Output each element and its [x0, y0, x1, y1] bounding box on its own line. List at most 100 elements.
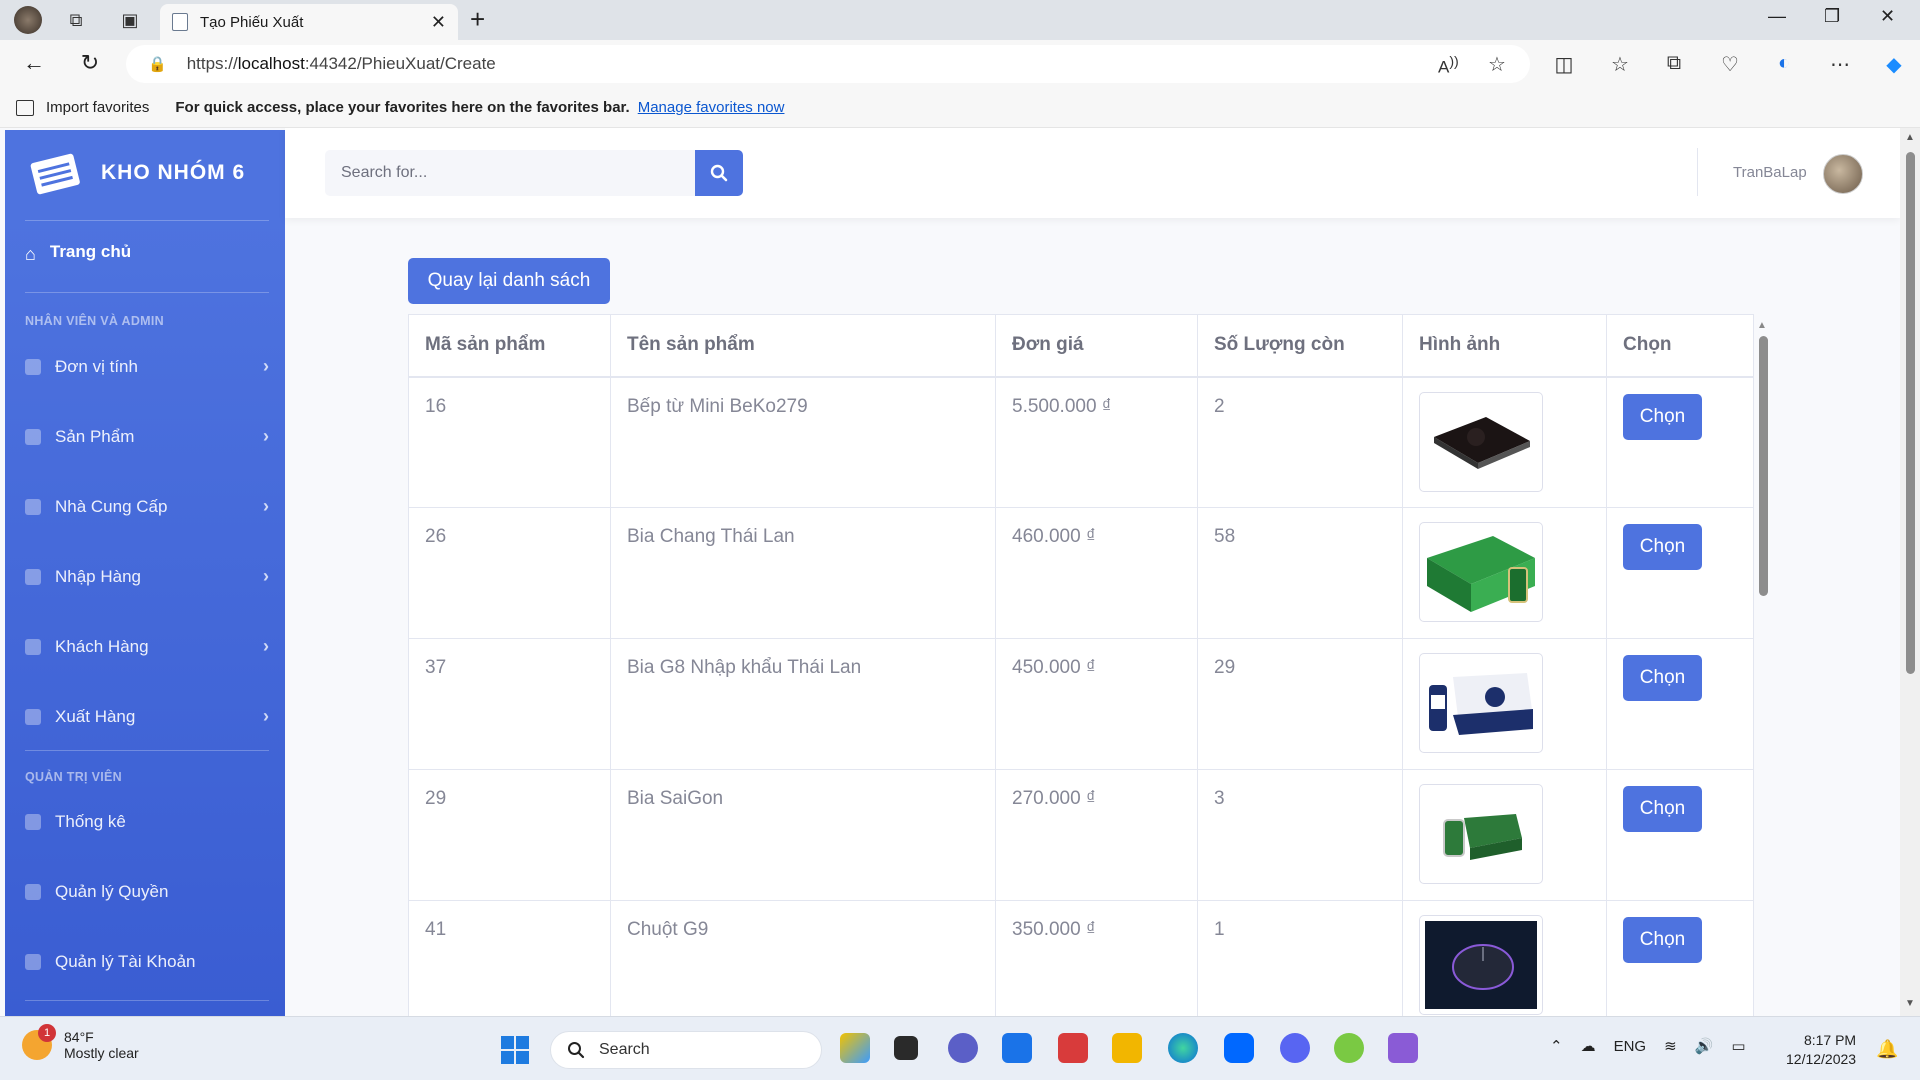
- search-button[interactable]: [695, 150, 743, 196]
- column-header: Mã sản phẩm: [408, 314, 611, 378]
- select-button[interactable]: Chọn: [1623, 524, 1702, 570]
- cell-price: 5.500.000 ₫: [995, 376, 1198, 508]
- office-app-icon[interactable]: [1058, 1033, 1088, 1063]
- page-scroll-thumb[interactable]: [1906, 152, 1915, 674]
- battery-icon[interactable]: ▭: [1731, 1037, 1745, 1055]
- lock-icon: 🔒: [148, 56, 167, 73]
- avatar[interactable]: [1823, 154, 1863, 194]
- sidebar-item-label: Quản lý Tài Khoản: [55, 952, 196, 971]
- new-tab-icon[interactable]: +: [470, 4, 485, 35]
- sidebar-item-permissions[interactable]: Quản lý Quyền: [25, 882, 269, 902]
- sidebar-item-customers[interactable]: Khách Hàng ›: [25, 636, 269, 657]
- gavel-icon: [25, 884, 41, 900]
- onedrive-icon[interactable]: ☁: [1581, 1037, 1596, 1055]
- sidebar-item-statistics[interactable]: Thống kê: [25, 812, 269, 832]
- copilot-app-icon[interactable]: [840, 1033, 870, 1063]
- browser-essentials-icon[interactable]: ♡: [1716, 52, 1744, 77]
- sidebar-item-label: Quản lý Quyền: [55, 882, 169, 901]
- url-input[interactable]: 🔒 https://localhost:44342/PhieuXuat/Crea…: [126, 45, 1530, 83]
- sidebar-item-accounts[interactable]: Quản lý Tài Khoản: [25, 952, 269, 972]
- select-button[interactable]: Chọn: [1623, 393, 1702, 440]
- notification-bell-icon[interactable]: 🔔: [1876, 1039, 1898, 1060]
- chevron-right-icon: ›: [263, 706, 269, 726]
- tab-actions-icon[interactable]: ▣: [118, 8, 142, 32]
- more-options-icon[interactable]: ⋯: [1826, 52, 1854, 77]
- column-header: Số Lượng còn: [1197, 314, 1403, 378]
- discord-icon[interactable]: [1280, 1033, 1310, 1063]
- favorites-icon[interactable]: ☆: [1606, 52, 1634, 77]
- cell-qty: 2: [1197, 376, 1403, 508]
- column-header: Tên sản phẩm: [610, 314, 996, 378]
- table-row: 16 Bếp từ Mini BeKo279 5.500.000 ₫ 2 Chọ…: [408, 376, 1754, 508]
- favorite-star-icon[interactable]: ☆: [1488, 52, 1506, 77]
- zalo-icon[interactable]: [1224, 1033, 1254, 1063]
- page-scrollbar[interactable]: ▲ ▼: [1900, 128, 1920, 1016]
- user-icon: [25, 954, 41, 970]
- sidebar-item-unit[interactable]: Đơn vị tính ›: [25, 356, 269, 377]
- task-view-icon[interactable]: [894, 1036, 918, 1060]
- edge-extension-icon[interactable]: ◐: [1770, 52, 1798, 75]
- minimize-icon[interactable]: —: [1768, 6, 1786, 27]
- wifi-icon[interactable]: ≋: [1664, 1037, 1677, 1055]
- cell-image: [1402, 769, 1607, 901]
- mail-icon[interactable]: [1002, 1033, 1032, 1063]
- teams-chat-icon[interactable]: [948, 1033, 978, 1063]
- file-explorer-icon[interactable]: [1112, 1033, 1142, 1063]
- search-input[interactable]: Search for...: [325, 150, 695, 196]
- manage-favorites-link[interactable]: Manage favorites now: [638, 99, 785, 116]
- boxes-icon: [25, 428, 41, 445]
- sidebar-item-suppliers[interactable]: Nhà Cung Cấp ›: [25, 496, 269, 517]
- volume-icon[interactable]: 🔊: [1695, 1037, 1714, 1055]
- username[interactable]: TranBaLap: [1733, 164, 1807, 181]
- table-scrollbar[interactable]: ▲: [1756, 320, 1770, 1012]
- product-image: [1419, 391, 1543, 492]
- restore-icon[interactable]: ❐: [1824, 6, 1840, 27]
- windows-start-icon[interactable]: [500, 1035, 530, 1065]
- window-close-icon[interactable]: ✕: [1880, 6, 1895, 27]
- sidebar-item-export[interactable]: Xuất Hàng ›: [25, 706, 269, 727]
- taskbar-search[interactable]: Search: [550, 1031, 822, 1069]
- sidebar-heading: QUẢN TRỊ VIÊN: [25, 770, 122, 784]
- select-button[interactable]: Chọn: [1623, 917, 1702, 963]
- g8-beer-image: [1429, 673, 1533, 735]
- product-image: [1419, 915, 1543, 1015]
- language-indicator[interactable]: ENG: [1614, 1038, 1647, 1055]
- read-aloud-icon[interactable]: A)): [1438, 54, 1459, 78]
- search-icon: [710, 164, 728, 182]
- profile-avatar-icon[interactable]: [14, 6, 42, 34]
- copilot-icon[interactable]: ◆: [1880, 52, 1908, 77]
- workspaces-icon[interactable]: ⧉: [64, 8, 88, 32]
- calculator-icon: [25, 814, 41, 830]
- url-host: localhost: [237, 54, 305, 73]
- page-scroll-up-icon[interactable]: ▲: [1905, 132, 1915, 143]
- select-button[interactable]: Chọn: [1623, 786, 1702, 832]
- system-tray: ⌃ ☁ ENG ≋ 🔊 ▭: [1550, 1037, 1746, 1056]
- active-tab[interactable]: Tạo Phiếu Xuất ✕: [160, 4, 458, 40]
- clock[interactable]: 8:17 PM 12/12/2023: [1786, 1031, 1856, 1069]
- brand[interactable]: KHO NHÓM 6: [27, 150, 245, 196]
- collections-icon[interactable]: ⧉: [1660, 52, 1688, 75]
- back-to-list-button[interactable]: Quay lại danh sách: [408, 258, 610, 304]
- sidebar-item-import[interactable]: Nhập Hàng ›: [25, 566, 269, 587]
- select-button[interactable]: Chọn: [1623, 655, 1702, 701]
- import-favorites[interactable]: Import favorites: [46, 99, 149, 116]
- cell-image: [1402, 376, 1607, 508]
- back-icon[interactable]: ←: [20, 50, 48, 76]
- table-scroll-thumb[interactable]: [1759, 336, 1768, 596]
- refresh-icon[interactable]: ↻: [76, 50, 104, 76]
- close-tab-icon[interactable]: ✕: [431, 12, 446, 33]
- cell-name: Bia SaiGon: [610, 769, 996, 901]
- cell-action: Chọn: [1606, 769, 1754, 901]
- product-table-container: Mã sản phẩm Tên sản phẩm Đơn giá Số Lượn…: [408, 314, 1754, 1016]
- split-screen-icon[interactable]: ◫: [1550, 52, 1578, 77]
- app-icon[interactable]: [1334, 1033, 1364, 1063]
- visual-studio-icon[interactable]: [1388, 1033, 1418, 1063]
- scroll-up-icon[interactable]: ▲: [1757, 320, 1767, 331]
- weather-widget[interactable]: 1 84°F Mostly clear: [22, 1024, 139, 1061]
- sidebar-item-products[interactable]: Sản Phẩm ›: [25, 426, 269, 447]
- cell-price: 450.000 ₫: [995, 638, 1198, 770]
- edge-browser-icon[interactable]: [1168, 1033, 1198, 1063]
- sidebar-item-home[interactable]: ⌂ Trang chủ: [25, 242, 269, 264]
- tray-chevron-up-icon[interactable]: ⌃: [1550, 1037, 1563, 1055]
- page-scroll-down-icon[interactable]: ▼: [1905, 998, 1915, 1009]
